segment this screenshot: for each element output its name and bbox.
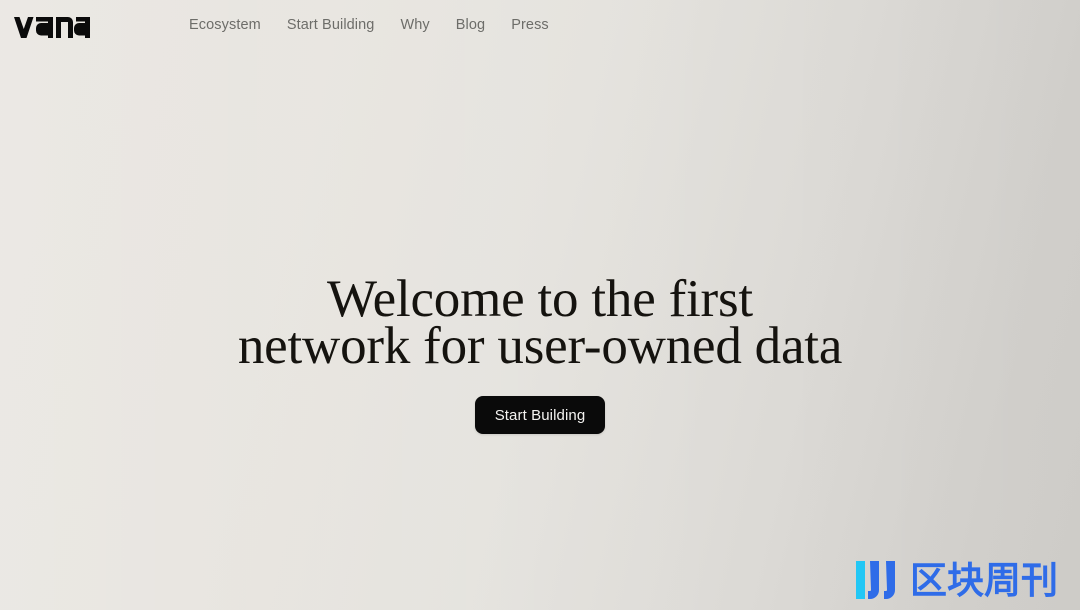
headline-line-2: network for user-owned data [237,317,843,375]
nav-item-ecosystem[interactable]: Ecosystem [189,18,261,33]
hero-section: Welcome to the first network for user-ow… [0,0,1080,610]
start-building-button[interactable]: Start Building [474,396,606,434]
blue-bars-logo-icon [855,558,901,602]
nav-links: Ecosystem Start Building Why Blog Press [189,0,549,50]
watermark: 区块周刊 [855,558,1058,602]
nav-item-blog[interactable]: Blog [456,18,485,33]
vana-logo[interactable] [14,12,90,38]
vana-wordmark-icon [14,17,90,38]
top-navigation-bar: Ecosystem Start Building Why Blog Press [0,0,1080,50]
nav-item-start-building[interactable]: Start Building [287,18,375,33]
nav-item-why[interactable]: Why [400,18,429,33]
hero-headline: Welcome to the first network for user-ow… [90,270,990,375]
page-background: Ecosystem Start Building Why Blog Press … [0,0,1080,610]
nav-item-press[interactable]: Press [511,18,549,33]
watermark-text: 区块周刊 [910,558,1058,602]
hero-cta-container: Start Building [0,396,1080,434]
headline-line-1: Welcome to the first [327,270,753,328]
